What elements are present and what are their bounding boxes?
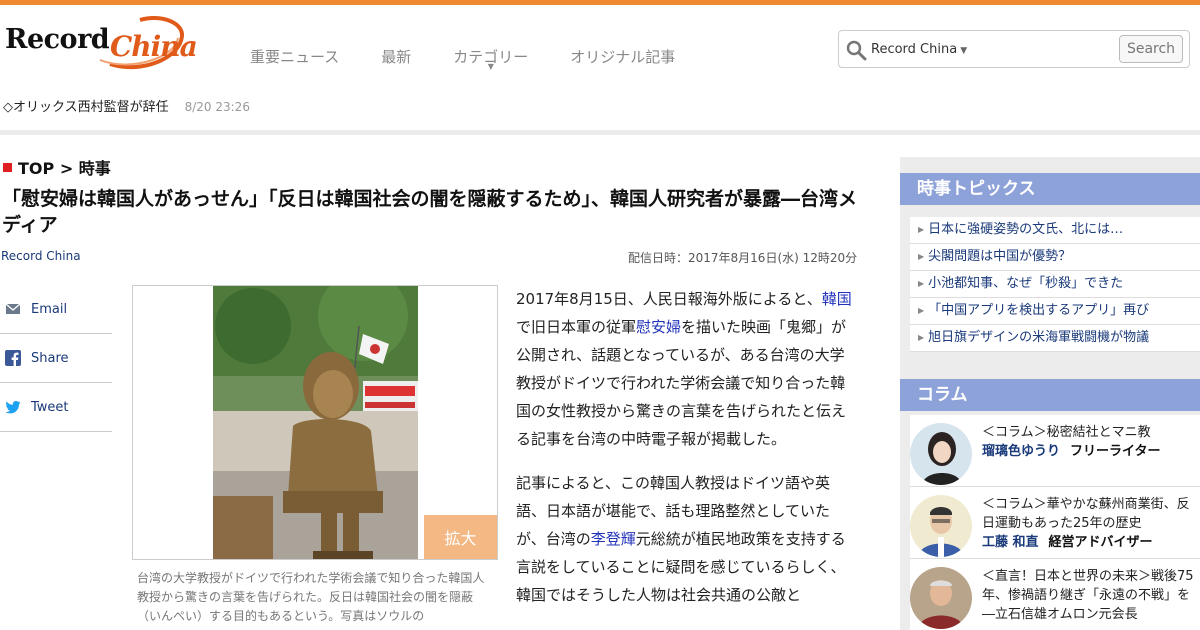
main-nav: 重要ニュース 最新 カテゴリー ▼ オリジナル記事 [250,46,717,71]
author-avatar-image [910,423,972,485]
share-facebook-button[interactable]: Share [0,334,112,383]
topic-label: 旭日旗デザインの米海軍戦闘機が物議 [928,330,1150,345]
avatar [910,495,972,557]
p1-text-b: で旧日本軍の従軍 [516,318,637,336]
column-title: ＜直言！日本と世界の未来＞戦後75年、惨禍語り継ぎ「永遠の不戦」を―立石信雄オム… [982,569,1194,622]
topic-item[interactable]: ▶ 小池都知事、なぜ「秒殺」できた [910,271,1200,298]
column-author: 瑠璃色ゆうり フリーライター [982,442,1197,461]
article-photo[interactable] [213,286,418,559]
ticker-text: ◇オリックス西村監督が辞任 [3,100,169,115]
breadcrumb-category-link[interactable]: 時事 [79,159,111,178]
top-accent-bar [0,0,1200,5]
column-author: 工藤 和直 経営アドバイザー [982,533,1197,552]
column-author-role: フリーライター [1070,444,1161,459]
comfort-woman-statue-photo [213,286,418,559]
column-text: ＜コラム＞秘密結社とマニ教 瑠璃色ゆうり フリーライター [982,423,1197,461]
avatar [910,567,972,629]
p1-text-a: 2017年8月15日、人民日報海外版によると、 [516,290,822,308]
topic-label: 小池都知事、なぜ「秒殺」できた [928,276,1124,291]
columns-heading: コラム [900,379,1200,411]
topics-heading: 時事トピックス [900,173,1200,205]
header-divider [0,130,1200,135]
share-twitter-button[interactable]: Tweet [0,383,112,432]
topics-list: ▶ 日本に強硬姿勢の文氏、北には… ▶ 尖閣問題は中国が優勢？ ▶ 小池都知事、なぜ「… [910,217,1200,352]
column-author-name: 瑠璃色ゆうり [982,444,1061,459]
twitter-icon [5,401,21,414]
topic-item[interactable]: ▶ 尖閣問題は中国が優勢？ [910,244,1200,271]
search-box: Record China ▼ Search [838,30,1190,68]
logo-china-text: China [110,30,198,63]
search-scope-select[interactable]: Record China ▼ [871,42,967,57]
topic-item[interactable]: ▶ 「中国アプリを検出するアプリ」再び [910,298,1200,325]
column-item[interactable]: ＜直言！日本と世界の未来＞戦後75年、惨禍語り継ぎ「永遠の不戦」を―立石信雄オム… [910,559,1200,630]
p1-text-c: を描いた映画「鬼郷」が公開され、話題となっているが、ある台湾の大学教授がドイツで… [516,318,847,448]
column-item[interactable]: ＜コラム＞秘密結社とマニ教 瑠璃色ゆうり フリーライター [910,415,1200,487]
breadcrumb-top-link[interactable]: TOP [18,159,54,178]
column-title: ＜コラム＞華やかな蘇州商業街、反日運動もあった25年の歴史 [982,497,1190,531]
search-button[interactable]: Search [1119,35,1183,63]
chevron-down-icon: ▼ [487,62,494,71]
ticker-time: 8/20 23:26 [184,100,250,114]
column-item[interactable]: ＜コラム＞華やかな蘇州商業街、反日運動もあった25年の歴史 工藤 和直 経営アドバ… [910,487,1200,559]
avatar [910,423,972,485]
bullet-triangle-icon: ▶ [918,306,925,315]
topic-label: 「中国アプリを検出するアプリ」再び [928,303,1150,318]
link-lee-teng-hui[interactable]: 李登輝 [591,530,636,548]
share-email-button[interactable]: Email [0,285,112,334]
breadcrumb-separator: > [54,159,79,178]
article-pubdate: 配信日時：2017年8月16日(水) 12時20分 [628,251,858,265]
column-author-role: 経営アドバイザー [1048,535,1153,550]
topic-item[interactable]: ▶ 旭日旗デザインの米海軍戦闘機が物議 [910,325,1200,352]
news-ticker[interactable]: ◇オリックス西村監督が辞任 8/20 23:26 [3,96,250,115]
column-author [982,624,1197,630]
dropdown-triangle-icon: ▼ [960,46,968,56]
columns-list: ＜コラム＞秘密結社とマニ教 瑠璃色ゆうり フリーライター ＜コラム＞華やかな蘇州商… [910,415,1200,630]
column-title: ＜コラム＞秘密結社とマニ教 [982,425,1151,440]
share-panel: Email Share Tweet [0,285,112,432]
search-icon [846,40,867,61]
search-scope-label: Record China [871,42,958,57]
link-comfort-women[interactable]: 慰安婦 [636,318,681,336]
author-avatar-image [910,567,972,629]
mail-icon [5,303,21,314]
article-paragraph-2: 記事によると、この韓国人教授はドイツ語や英語、日本語が堪能で、話も理路整然として… [516,469,854,609]
facebook-icon [5,350,21,366]
article-source-link[interactable]: Record China [1,249,81,263]
column-author-name: 工藤 和直 [982,535,1039,550]
article-headline: 「慰安婦は韓国人があっせん」「反日は韓国社会の闇を隠蔽するため」、韓国人研究者が… [2,188,858,236]
nav-latest[interactable]: 最新 [381,46,411,67]
article-paragraph-1: 2017年8月15日、人民日報海外版によると、韓国で旧日本軍の従軍慰安婦を描いた… [516,285,854,453]
column-text: ＜コラム＞華やかな蘇州商業街、反日運動もあった25年の歴史 工藤 和直 経営アドバ… [982,495,1197,552]
nav-important-news[interactable]: 重要ニュース [250,46,339,67]
nav-category[interactable]: カテゴリー ▼ [453,46,528,71]
sidebar: 時事トピックス ▶ 日本に強硬姿勢の文氏、北には… ▶ 尖閣問題は中国が優勢？ ▶ 小… [900,157,1200,630]
bullet-triangle-icon: ▶ [918,252,925,261]
search-input[interactable] [969,37,1119,61]
bullet-triangle-icon: ▶ [918,225,925,234]
share-email-label: Email [31,301,68,317]
bullet-triangle-icon: ▶ [918,279,925,288]
nav-original-articles[interactable]: オリジナル記事 [570,46,675,67]
topic-label: 尖閣問題は中国が優勢？ [928,249,1072,264]
author-avatar-image [910,495,972,557]
link-korea[interactable]: 韓国 [822,290,852,308]
share-twitter-label: Tweet [31,399,69,415]
article-body: 2017年8月15日、人民日報海外版によると、韓国で旧日本軍の従軍慰安婦を描いた… [516,285,854,625]
topic-item[interactable]: ▶ 日本に強硬姿勢の文氏、北には… [910,217,1200,244]
article-figure: 拡大 [132,285,498,560]
breadcrumb: TOP > 時事 [3,155,111,179]
figure-caption: 台湾の大学教授がドイツで行われた学術会議で知り合った韓国人教授から驚きの言葉を告… [137,571,485,623]
topic-label: 日本に強硬姿勢の文氏、北には… [928,222,1124,237]
column-text: ＜直言！日本と世界の未来＞戦後75年、惨禍語り継ぎ「永遠の不戦」を―立石信雄オム… [982,567,1197,630]
share-facebook-label: Share [31,350,69,366]
breadcrumb-marker-icon [3,163,12,172]
site-logo[interactable]: Record China [0,12,198,74]
zoom-image-button[interactable]: 拡大 [424,515,497,559]
bullet-triangle-icon: ▶ [918,333,925,342]
logo-record-text: Record [5,24,110,55]
